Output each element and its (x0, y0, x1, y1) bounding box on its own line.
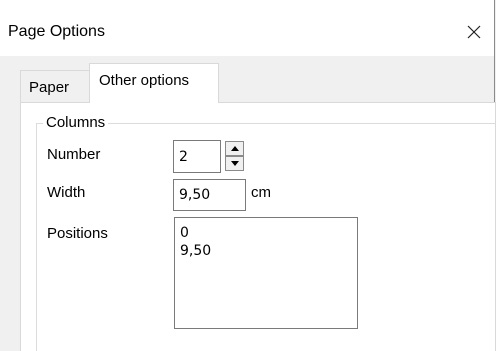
number-spin-down-button[interactable] (225, 156, 244, 171)
page-options-dialog: Page Options Paper Other options Columns… (0, 0, 496, 351)
width-field[interactable]: 9,50 (173, 179, 246, 211)
title-bar: Page Options (0, 0, 494, 56)
dialog-title: Page Options (8, 23, 105, 40)
number-label: Number (47, 146, 101, 163)
arrow-up-icon (230, 146, 239, 151)
tab-paper[interactable]: Paper (20, 70, 90, 102)
width-unit-label: cm (251, 184, 271, 201)
positions-label: Positions (47, 225, 108, 242)
columns-group-title: Columns (43, 114, 109, 132)
width-label: Width (47, 184, 86, 201)
tab-other-options[interactable]: Other options (89, 63, 219, 103)
number-spin-up-button[interactable] (225, 141, 244, 156)
arrow-down-icon (230, 161, 239, 166)
close-icon (467, 25, 481, 39)
positions-textarea[interactable]: 0 9,50 (174, 217, 358, 329)
number-field[interactable]: 2 (173, 140, 221, 173)
close-button[interactable] (454, 12, 494, 52)
